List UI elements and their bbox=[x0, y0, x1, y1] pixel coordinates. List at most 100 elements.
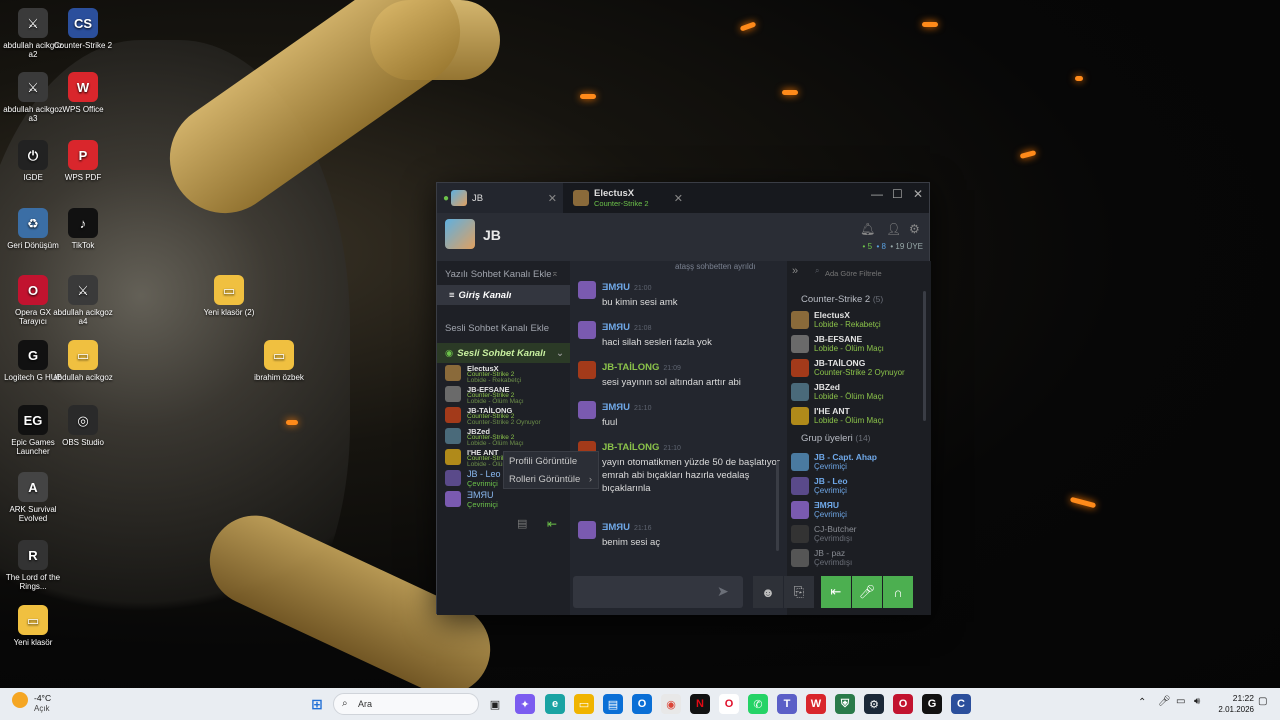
chrome-icon[interactable]: ◉ bbox=[661, 694, 681, 714]
maximize-icon[interactable]: ☐ bbox=[892, 187, 903, 201]
friend-row[interactable]: I'HE ANT Lobide - Ölüm Maçı bbox=[791, 405, 929, 427]
steam-icon[interactable]: ⚙ bbox=[864, 694, 884, 714]
add-voice-channel[interactable]: Sesli Sohbet Kanalı Ekle bbox=[445, 323, 549, 334]
microphone-icon[interactable]: 🎤︎ bbox=[1158, 696, 1171, 707]
voice-member[interactable]: ElectusX Counter-Strike 2 Lobide - Rekabet… bbox=[445, 363, 567, 384]
desktop-icon[interactable]: ⚔ abdullah acikgoz a4 bbox=[52, 275, 114, 326]
member-row[interactable]: CJ-Butcher Çevrimdışı bbox=[791, 523, 929, 545]
chevron-up-icon[interactable]: ⌃ bbox=[1138, 697, 1146, 708]
close-tab-icon[interactable]: ✕ bbox=[674, 192, 683, 205]
avatar[interactable] bbox=[578, 281, 596, 299]
whatsapp-icon[interactable]: ✆ bbox=[748, 694, 768, 714]
netflix-icon[interactable]: N bbox=[690, 694, 710, 714]
desktop-icon[interactable]: A ARK Survival Evolved bbox=[2, 472, 64, 523]
desktop-icon[interactable]: CS Counter-Strike 2 bbox=[52, 8, 114, 50]
voice-member[interactable]: JB-TAİLONG Counter-Strike 2 Counter-Strike… bbox=[445, 405, 567, 426]
friend-row[interactable]: JB-TAİLONG Counter-Strike 2 Oynuyor bbox=[791, 357, 929, 379]
tab-jb[interactable]: ● JB ✕ bbox=[437, 183, 563, 213]
voice-channel[interactable]: ◉ Sesli Sohbet Kanalı ⌄ bbox=[437, 343, 570, 363]
bell-icon[interactable]: 🔔︎ bbox=[860, 222, 875, 236]
steam-chat-window[interactable]: ● JB ✕ ElectusX Counter-Strike 2 ✕ — ☐ ✕… bbox=[436, 182, 931, 615]
member-name: JB - Leo bbox=[814, 476, 848, 486]
member-row[interactable]: JB - Leo Çevrimiçi bbox=[791, 475, 929, 497]
menu-item-view-roles[interactable]: Rolleri Görüntüle › bbox=[504, 470, 598, 488]
message-author[interactable]: JB-TAİLONG 21:09 bbox=[602, 362, 681, 373]
avatar[interactable] bbox=[578, 361, 596, 379]
add-friend-icon[interactable]: 👤︎ bbox=[886, 222, 901, 236]
scrollbar[interactable] bbox=[923, 291, 926, 421]
ghub-icon[interactable]: G bbox=[922, 694, 942, 714]
desktop-icon[interactable]: ▭ abdullah acikgoz bbox=[52, 340, 114, 382]
avatar[interactable] bbox=[578, 401, 596, 419]
opera-gx-icon[interactable]: O bbox=[893, 694, 913, 714]
edge-icon[interactable]: e bbox=[545, 694, 565, 714]
weather-temp[interactable]: -4°C bbox=[34, 693, 51, 703]
cs2-icon[interactable]: C bbox=[951, 694, 971, 714]
message-author[interactable]: ƎMЯU 21:16 bbox=[602, 522, 651, 533]
desktop-icon-label: The Lord of the Rings... bbox=[5, 573, 61, 591]
send-icon[interactable]: ➤ bbox=[717, 583, 729, 600]
collapse-icon[interactable]: ⌅ bbox=[551, 268, 559, 279]
gear-icon[interactable]: ⚙ bbox=[909, 222, 920, 236]
leave-voice-button[interactable]: ⇤ bbox=[821, 576, 851, 608]
message-author[interactable]: JB-TAİLONG 21:10 bbox=[602, 442, 681, 453]
message-author[interactable]: ƎMЯU 21:08 bbox=[602, 322, 651, 333]
security-icon[interactable]: ⛨ bbox=[835, 694, 855, 714]
desktop-icon[interactable]: R The Lord of the Rings... bbox=[2, 540, 64, 591]
friend-row[interactable]: ElectusX Lobide - Rekabetçi bbox=[791, 309, 929, 331]
member-filter-input[interactable] bbox=[825, 266, 925, 280]
notification-icon[interactable]: ▢ bbox=[1258, 696, 1267, 707]
store-icon[interactable]: ▤ bbox=[603, 694, 623, 714]
task-view-icon[interactable]: ▣ bbox=[485, 694, 505, 714]
add-text-channel[interactable]: Yazılı Sohbet Kanalı Ekle bbox=[445, 269, 552, 280]
emoji-icon[interactable]: ☻ bbox=[753, 576, 783, 608]
chevron-down-icon[interactable]: ⌄ bbox=[556, 348, 564, 359]
network-icon[interactable]: ▭ bbox=[1176, 696, 1185, 707]
message-author[interactable]: ƎMЯU 21:10 bbox=[602, 402, 651, 413]
close-icon[interactable]: ✕ bbox=[913, 187, 923, 201]
clock-date[interactable]: 2.01.2026 bbox=[1200, 705, 1254, 714]
headset-icon[interactable]: ∩ bbox=[883, 576, 913, 608]
close-tab-icon[interactable]: ✕ bbox=[548, 192, 557, 205]
desktop-icon[interactable]: ♪ TikTok bbox=[52, 208, 114, 250]
menu-item-view-profile[interactable]: Profili Görüntüle bbox=[504, 452, 598, 470]
notes-icon[interactable]: ▤ bbox=[517, 517, 527, 530]
desktop-icon[interactable]: W WPS Office bbox=[52, 72, 114, 114]
online-member[interactable]: ƎMЯU Çevrimiçi bbox=[445, 489, 567, 510]
opera-icon[interactable]: O bbox=[719, 694, 739, 714]
desktop-icon[interactable]: ◎ OBS Studio bbox=[52, 405, 114, 447]
desktop-icon[interactable]: ▭ Yeni klasör (2) bbox=[198, 275, 260, 317]
voice-member[interactable]: JBZed Counter-Strike 2 Lobide - Ölüm Maçı bbox=[445, 426, 567, 447]
attach-icon[interactable]: ⎘ bbox=[784, 576, 814, 608]
avatar[interactable] bbox=[578, 321, 596, 339]
taskbar-search[interactable]: ⌕ Ara bbox=[333, 693, 479, 715]
desktop-icon[interactable]: P WPS PDF bbox=[52, 140, 114, 182]
group-avatar[interactable] bbox=[445, 219, 475, 249]
desktop-icon[interactable]: ▭ ibrahim özbek bbox=[248, 340, 310, 382]
clock-time[interactable]: 21:22 bbox=[1206, 693, 1254, 703]
teams-icon[interactable]: T bbox=[777, 694, 797, 714]
voice-member[interactable]: JB-EFSANE Counter-Strike 2 Lobide - Ölüm M… bbox=[445, 384, 567, 405]
message-author[interactable]: ƎMЯU 21:00 bbox=[602, 282, 651, 293]
text-channel[interactable]: ≡ Giriş Kanalı bbox=[437, 285, 570, 305]
leave-voice-icon[interactable]: ⇤ bbox=[547, 517, 557, 531]
friend-row[interactable]: JB-EFSANE Lobide - Ölüm Maçı bbox=[791, 333, 929, 355]
wps-icon[interactable]: W bbox=[806, 694, 826, 714]
expand-icon[interactable]: » bbox=[792, 265, 798, 277]
tab-electusx[interactable]: ElectusX Counter-Strike 2 ✕ bbox=[567, 183, 689, 213]
scrollbar[interactable] bbox=[776, 461, 779, 551]
weather-icon[interactable] bbox=[12, 692, 28, 708]
app-icon: W bbox=[68, 72, 98, 102]
microphone-icon[interactable]: 🎤︎ bbox=[852, 576, 882, 608]
copilot-icon[interactable]: ✦ bbox=[515, 694, 535, 714]
member-row[interactable]: ƎMЯU Çevrimiçi bbox=[791, 499, 929, 521]
outlook-icon[interactable]: O bbox=[632, 694, 652, 714]
file-explorer-icon[interactable]: ▭ bbox=[574, 694, 594, 714]
friend-row[interactable]: JBZed Lobide - Ölüm Maçı bbox=[791, 381, 929, 403]
member-row[interactable]: JB - Capt. Ahap Çevrimiçi bbox=[791, 451, 929, 473]
desktop-icon[interactable]: ▭ Yeni klasör bbox=[2, 605, 64, 647]
member-row[interactable]: JB - paz Çevrimdışı bbox=[791, 547, 929, 569]
windows-start-icon[interactable]: ⊞ bbox=[307, 694, 327, 714]
minimize-icon[interactable]: — bbox=[871, 187, 883, 201]
avatar[interactable] bbox=[578, 521, 596, 539]
